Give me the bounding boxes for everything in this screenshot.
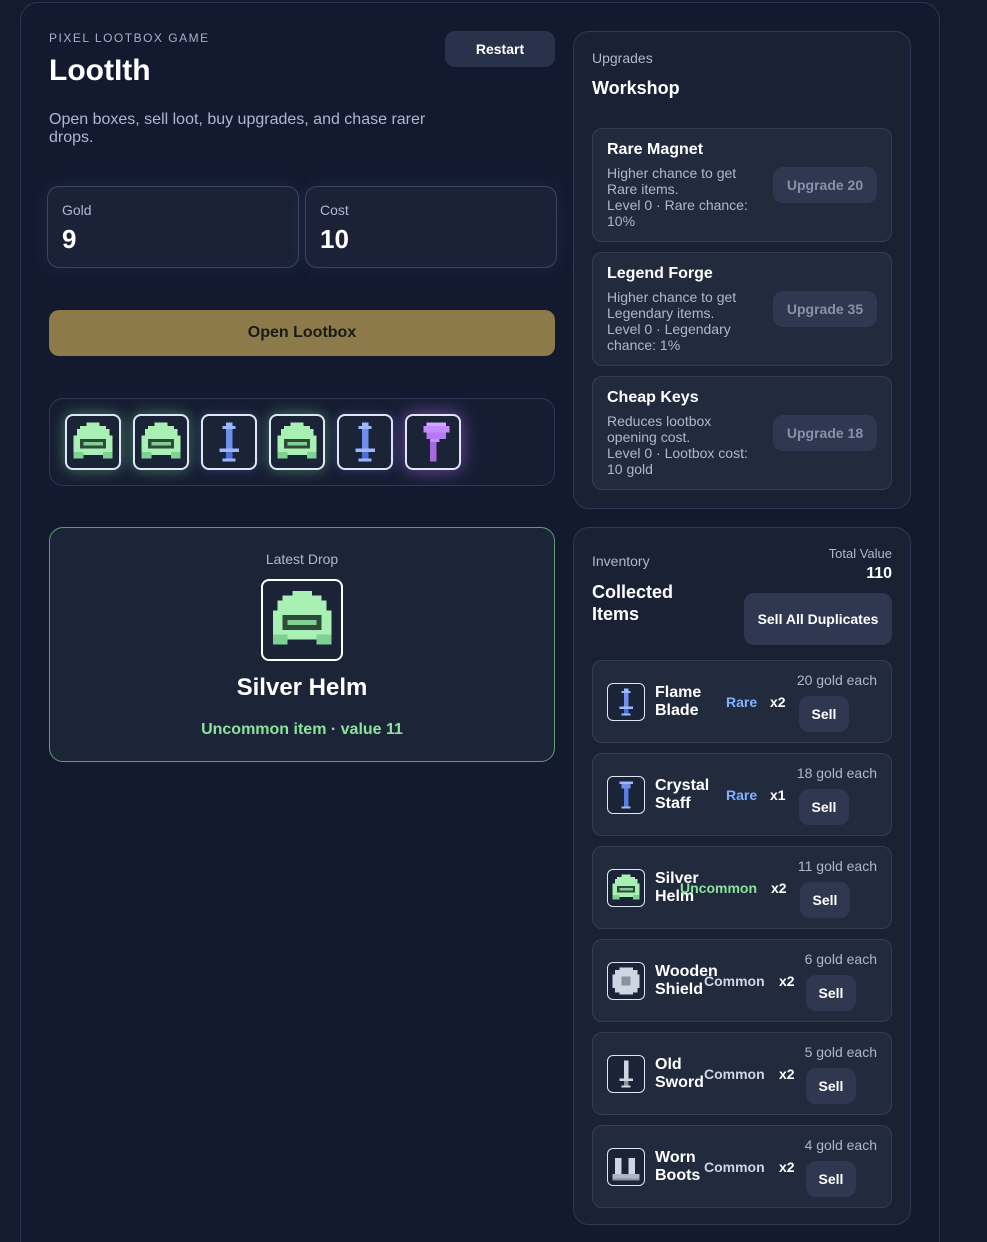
item-rarity: Common [704,1159,765,1175]
inventory-panel: Inventory Collected Items Total Value 11… [573,527,911,1225]
sell-flame-blade-button[interactable]: Sell [799,696,849,732]
upgrades-eyebrow: Upgrades [592,50,653,66]
inventory-item-old-sword: Old Sword Common x2 5 gold each Sell [592,1032,892,1115]
sword-icon [607,1055,645,1093]
item-value-each: 5 gold each [804,1044,877,1060]
game-title: LootIth [49,54,151,87]
upgrade-cheap-keys-button[interactable]: Upgrade 18 [773,415,877,451]
item-value-each: 4 gold each [804,1137,877,1153]
sell-crystal-staff-button[interactable]: Sell [799,789,849,825]
latest-drop-info: Uncommon item · value 11 [201,721,403,738]
item-quantity: x1 [770,787,786,803]
item-value-each: 20 gold each [796,672,877,688]
recent-drop-helm-icon [269,414,325,470]
gold-stat: Gold 9 [47,186,299,268]
boots-icon [607,1148,645,1186]
item-rarity: Rare [726,787,758,803]
item-quantity: x2 [779,973,795,989]
sell-old-sword-button[interactable]: Sell [806,1068,856,1104]
recent-drops-strip [49,398,555,486]
item-quantity: x2 [779,1066,795,1082]
inventory-item-silver-helm: Silver Helm Uncommon x2 11 gold each Sel… [592,846,892,929]
upgrade-desc: Higher chance to get Rare items. Level 0 … [607,165,748,229]
item-quantity: x2 [771,880,787,896]
inventory-item-crystal-staff: Crystal Staff Rare x1 18 gold each Sell [592,753,892,836]
upgrade-desc: Reduces lootbox opening cost. Level 0 · L… [607,413,748,477]
upgrade-card-cheap-keys: Cheap Keys Reduces lootbox opening cost.… [592,376,892,490]
latest-drop-card: Latest Drop Silver Helm Uncommon item · … [49,527,555,762]
item-quantity: x2 [779,1159,795,1175]
latest-drop-helm-icon [261,579,343,661]
upgrade-card-legend-forge: Legend Forge Higher chance to get Legend… [592,252,892,366]
inventory-item-flame-blade: Flame Blade Rare x2 20 gold each Sell [592,660,892,743]
total-value-label: Total Value [828,546,892,561]
item-rarity: Common [704,973,765,989]
upgrade-name: Legend Forge [607,265,713,282]
game-eyebrow: PIXEL LOOTBOX GAME [49,31,210,45]
item-value-each: 18 gold each [796,765,877,781]
sell-worn-boots-button[interactable]: Sell [806,1161,856,1197]
upgrade-name: Rare Magnet [607,141,704,158]
item-rarity: Rare [726,694,758,710]
inventory-item-worn-boots: Worn Boots Common x2 4 gold each Sell [592,1125,892,1208]
sell-silver-helm-button[interactable]: Sell [800,882,850,918]
latest-drop-name: Silver Helm [236,674,368,701]
item-name: Crystal Staff [655,777,710,812]
upgrade-desc: Higher chance to get Legendary items. Lev… [607,289,737,353]
helm-icon [607,869,645,907]
cost-label: Cost [320,202,349,218]
inventory-item-wooden-shield: Wooden Shield Common x2 6 gold each Sell [592,939,892,1022]
cost-stat: Cost 10 [305,186,557,268]
sell-wooden-shield-button[interactable]: Sell [806,975,856,1011]
item-value-each: 6 gold each [804,951,877,967]
cost-value: 10 [320,224,349,254]
recent-drop-helm-icon [65,414,121,470]
recent-drop-helm-icon [133,414,189,470]
item-quantity: x2 [770,694,786,710]
upgrades-panel: Upgrades Workshop Rare Magnet Higher cha… [573,31,911,509]
upgrades-title: Workshop [592,78,680,98]
inventory-title: Collected Items [592,582,674,624]
total-value: 110 [866,565,892,582]
recent-drop-axe-icon [405,414,461,470]
blade-icon [607,683,645,721]
item-rarity: Common [704,1066,765,1082]
item-rarity: Uncommon [680,880,757,896]
item-name: Flame Blade [655,684,702,719]
upgrade-card-rare-magnet: Rare Magnet Higher chance to get Rare it… [592,128,892,242]
upgrade-rare-magnet-button[interactable]: Upgrade 20 [773,167,877,203]
gold-label: Gold [62,202,92,218]
latest-drop-label: Latest Drop [265,551,339,567]
sell-all-duplicates-button[interactable]: Sell All Duplicates [744,593,892,645]
recent-drop-blade-icon [337,414,393,470]
inventory-eyebrow: Inventory [592,553,650,569]
open-lootbox-button[interactable]: Open Lootbox [49,310,555,356]
gold-value: 9 [62,224,77,254]
item-value-each: 11 gold each [797,858,877,874]
upgrade-name: Cheap Keys [607,389,699,406]
staff-icon [607,776,645,814]
game-subtitle: Open boxes, sell loot, buy upgrades, and… [49,111,426,146]
recent-drop-blade-icon [201,414,257,470]
upgrade-legend-forge-button[interactable]: Upgrade 35 [773,291,877,327]
restart-button[interactable]: Restart [445,31,555,67]
shield-icon [607,962,645,1000]
